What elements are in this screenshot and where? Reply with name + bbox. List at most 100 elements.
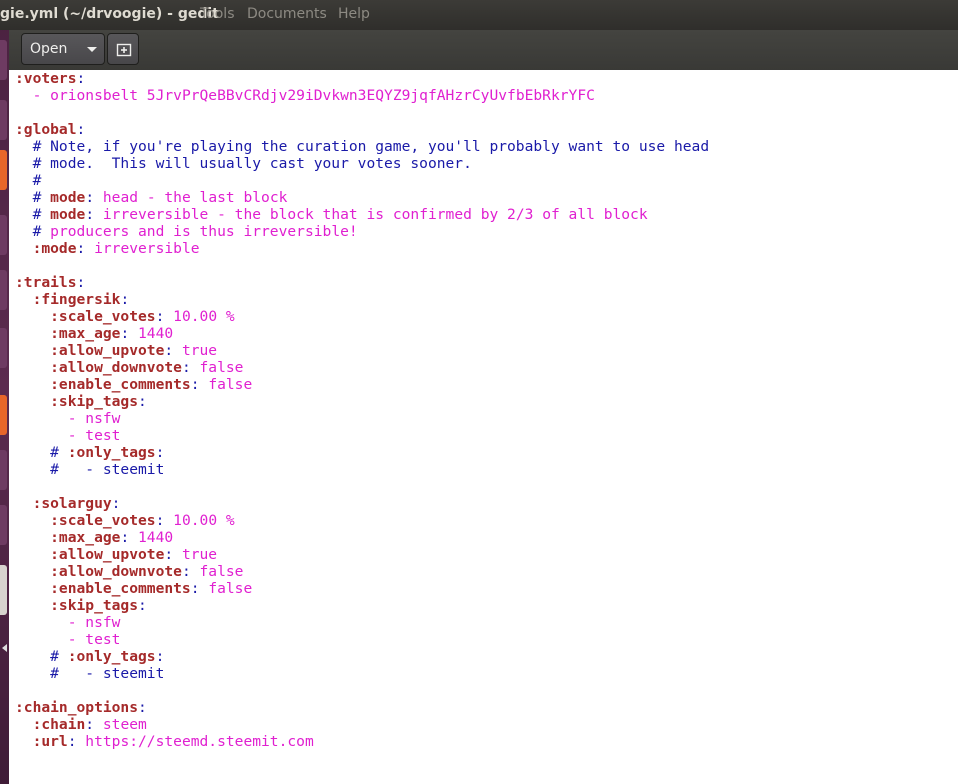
code-line: :max_age: 1440: [15, 325, 709, 342]
code-token: :chain: [15, 716, 86, 733]
code-token: :: [76, 121, 86, 138]
code-token: :enable_comments: [15, 580, 191, 597]
code-token: false: [199, 359, 244, 376]
code-token: :: [85, 206, 103, 223]
code-token: head - the last block: [102, 189, 288, 206]
launcher-app-icon[interactable]: [0, 505, 7, 545]
open-button-label: Open: [30, 41, 68, 57]
code-token: -: [15, 614, 86, 631]
code-token: #: [15, 648, 68, 665]
code-token: :: [190, 580, 209, 597]
code-token: #: [15, 206, 51, 223]
menu-help[interactable]: Help: [338, 6, 370, 22]
code-line: - nsfw: [15, 614, 709, 631]
code-token: :: [181, 359, 200, 376]
code-token: :: [76, 274, 86, 291]
code-line: - orionsbelt 5JrvPrQeBBvCRdjv29iDvkwn3EQ…: [15, 87, 709, 104]
code-line: # producers and is thus irreversible!: [15, 223, 709, 240]
code-token: :: [190, 376, 209, 393]
menu-tools[interactable]: Tools: [200, 6, 235, 22]
launcher-sidebar: [0, 0, 9, 784]
code-line: :enable_comments: false: [15, 376, 709, 393]
code-token: #: [15, 172, 42, 189]
launcher-app-icon[interactable]: [0, 565, 7, 615]
code-token: :: [155, 512, 174, 529]
menu-documents[interactable]: Documents: [247, 6, 327, 22]
code-token: :: [138, 393, 147, 410]
code-line: # mode: head - the last block: [15, 189, 709, 206]
code-line: :scale_votes: 10.00 %: [15, 512, 709, 529]
code-token: producers and is thus irreversible!: [50, 223, 358, 240]
code-line: # - steemit: [15, 665, 709, 682]
code-token: :: [120, 325, 139, 342]
code-token: -: [15, 410, 86, 427]
code-line: :allow_upvote: true: [15, 342, 709, 359]
code-token: # - steemit: [15, 461, 165, 478]
code-token: 1440: [138, 529, 174, 546]
code-line: :chain: steem: [15, 716, 709, 733]
code-line: :chain_options:: [15, 699, 709, 716]
code-token: false: [208, 376, 253, 393]
launcher-app-icon[interactable]: [0, 100, 7, 140]
code-token: 10.00 %: [173, 308, 235, 325]
code-token: false: [208, 580, 253, 597]
code-token: :fingersik: [15, 291, 121, 308]
code-line: :mode: irreversible: [15, 240, 709, 257]
code-token: true: [181, 546, 218, 563]
code-token: :only_tags: [67, 444, 156, 461]
code-token: -: [15, 87, 51, 104]
launcher-app-icon[interactable]: [0, 215, 7, 255]
launcher-app-icon[interactable]: [0, 450, 7, 490]
code-token: :: [111, 495, 121, 512]
code-line: :solarguy:: [15, 495, 709, 512]
code-token: -: [15, 427, 86, 444]
code-token: :: [120, 291, 130, 308]
code-token: :: [155, 648, 165, 665]
code-token: :: [85, 189, 103, 206]
launcher-app-icon[interactable]: [0, 150, 7, 190]
text-editor-area[interactable]: :voters: - orionsbelt 5JrvPrQeBBvCRdjv29…: [9, 70, 958, 784]
code-token: :url: [15, 733, 68, 750]
code-token: :: [164, 546, 182, 563]
code-token: :: [164, 342, 182, 359]
launcher-app-icon[interactable]: [0, 328, 7, 368]
code-token: :: [138, 597, 147, 614]
toolbar: Open: [9, 30, 958, 70]
code-token: :scale_votes: [15, 308, 156, 325]
code-line: #: [15, 172, 709, 189]
code-token: :: [85, 716, 103, 733]
code-token: :chain_options: [15, 699, 139, 716]
launcher-app-icon[interactable]: [0, 395, 7, 435]
open-button[interactable]: Open: [21, 33, 105, 65]
code-token: #: [15, 223, 51, 240]
code-token: :: [76, 70, 86, 87]
code-token: mode: [50, 189, 86, 206]
code-line: :enable_comments: false: [15, 580, 709, 597]
code-token: :trails: [15, 274, 77, 291]
launcher-app-icon[interactable]: [0, 40, 7, 80]
code-token: :skip_tags: [15, 393, 139, 410]
code-token: # Note, if you're playing the curation g…: [15, 138, 710, 155]
code-line: :allow_upvote: true: [15, 546, 709, 563]
code-token: :: [76, 240, 95, 257]
code-line: :scale_votes: 10.00 %: [15, 308, 709, 325]
launcher-app-icon[interactable]: [0, 270, 7, 310]
code-token: :allow_upvote: [15, 546, 165, 563]
menu-bar: gie.yml (~/drvoogie) - gedit Tools Docum…: [0, 0, 958, 30]
code-token: :allow_downvote: [15, 359, 182, 376]
code-token: :allow_downvote: [15, 563, 182, 580]
new-tab-button[interactable]: [107, 33, 139, 65]
code-token: test: [85, 427, 121, 444]
code-token: irreversible - the block that is confirm…: [102, 206, 648, 223]
code-line: :trails:: [15, 274, 709, 291]
code-line: - test: [15, 631, 709, 648]
code-token: :scale_votes: [15, 512, 156, 529]
code-token: :: [138, 699, 147, 716]
code-token: :voters: [15, 70, 77, 87]
code-token: :max_age: [15, 325, 121, 342]
code-line: # mode. This will usually cast your vote…: [15, 155, 709, 172]
code-token: :: [120, 529, 139, 546]
